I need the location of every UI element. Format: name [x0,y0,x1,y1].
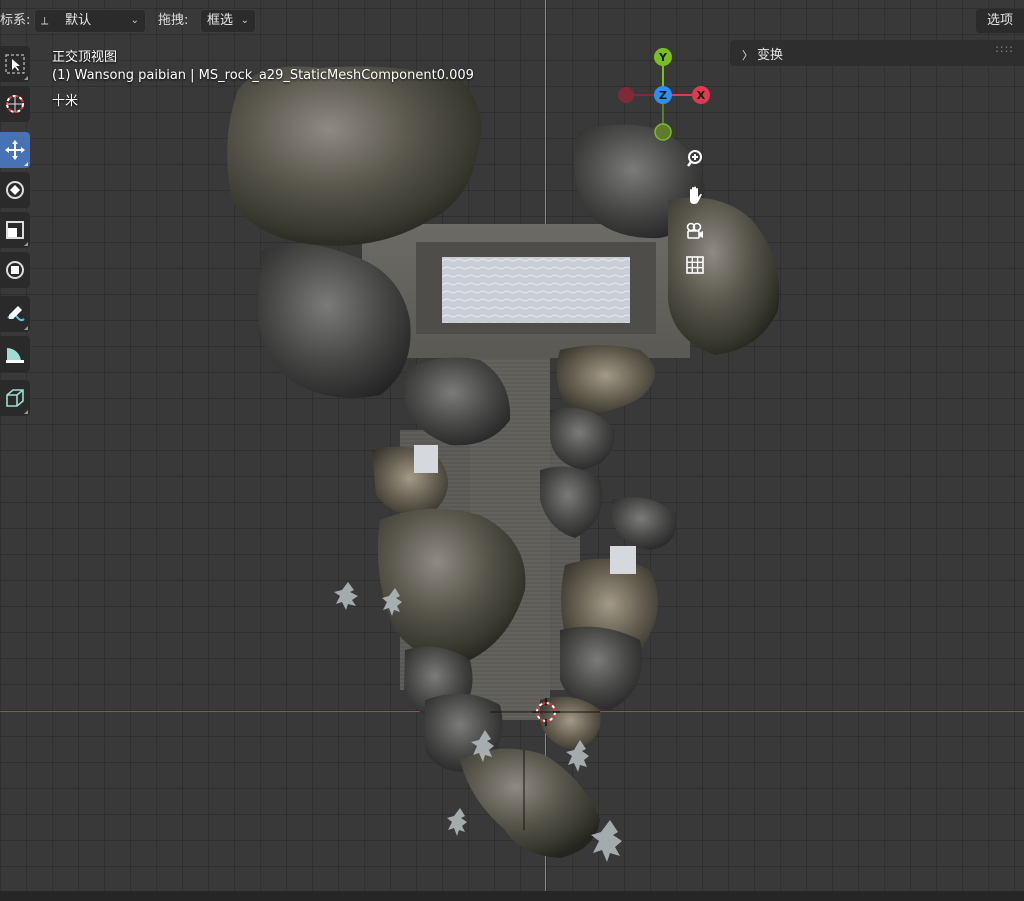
chevron-right-icon: 〉 [742,49,753,62]
add-cube-icon [6,389,24,407]
y-axis-label: Y [658,51,668,64]
scale-icon [6,221,24,239]
z-axis-button[interactable]: Z [654,86,672,104]
tool-shelf [0,46,32,416]
select-box-tool[interactable] [0,46,30,82]
view-name: 正交顶视图 [52,50,118,65]
pan-hand-icon [690,186,702,204]
object-info: (1) Wansong paibian | MS_rock_a29_Static… [52,68,474,83]
measure-tool[interactable] [0,336,30,372]
bottom-edge [0,891,1024,901]
chevron-down-icon: ⌄ [130,15,139,26]
zoom-icon [687,150,702,167]
orientation-dropdown[interactable]: ⟂ 默认 ⌄ [34,9,146,33]
cursor-icon [6,95,24,113]
z-axis-label: Z [659,89,667,102]
chevron-down-icon: ⌄ [240,15,249,26]
transform-tool[interactable] [0,252,30,288]
grid-scale: 十米 [52,94,79,109]
transform-icon [6,261,24,279]
rotate-icon [6,181,24,199]
orientation-label: 标系: [0,13,31,28]
move-tool[interactable] [0,132,30,168]
add-cube-tool[interactable] [0,380,30,416]
annotate-tool[interactable] [0,296,30,332]
scale-tool[interactable] [0,212,30,248]
orientation-value: 默认 [65,13,92,28]
pan-button[interactable] [680,180,710,210]
y-axis-button[interactable]: Y [654,48,672,66]
ortho-toggle-button[interactable] [680,250,710,280]
drag-handle-icon[interactable]: :::: [995,42,1014,55]
camera-button[interactable] [680,216,710,246]
move-icon [5,140,25,160]
orientation-icon: ⟂ [41,14,49,27]
drag-dropdown[interactable]: 框选 ⌄ [200,9,256,33]
camera-icon [686,222,703,239]
x-axis-label: X [697,89,706,102]
zoom-button[interactable] [680,144,710,174]
transform-panel-header[interactable]: 〉变换 [742,44,783,63]
transform-label: 变换 [757,48,784,63]
rotate-tool[interactable] [0,172,30,208]
3d-cursor-icon[interactable] [532,698,560,726]
neg-y-axis-dot[interactable] [654,123,672,141]
transform-panel[interactable]: 〉变换 :::: [730,40,1024,66]
cursor-tool[interactable] [0,86,30,122]
3d-viewport[interactable] [0,0,1024,901]
options-button[interactable]: 选项 [976,9,1024,33]
navigation-gizmo[interactable]: Y X Z [610,46,720,146]
select-box-icon [5,54,25,74]
drag-value: 框选 [207,13,234,28]
scene-render [227,66,780,862]
drag-label: 拖拽: [158,13,189,28]
measure-icon [6,348,24,363]
grid-icon [686,256,704,274]
annotate-pencil-icon [7,306,25,322]
x-axis-button[interactable]: X [692,86,710,104]
neg-x-axis-dot[interactable] [618,87,634,103]
